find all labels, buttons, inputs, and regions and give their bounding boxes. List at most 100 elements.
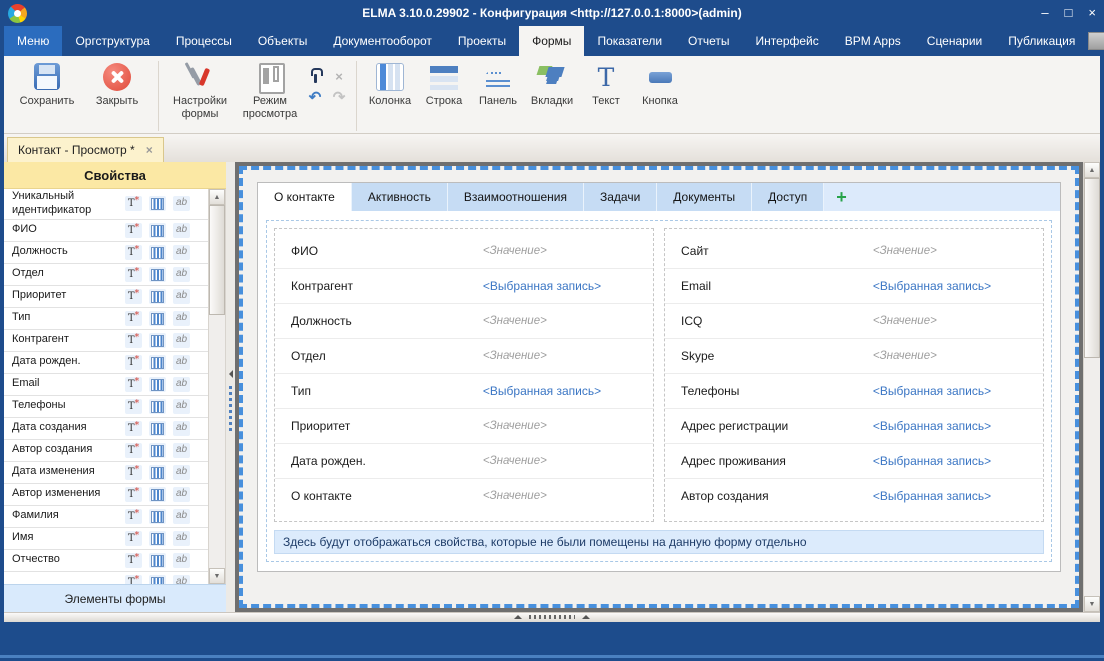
- property-row[interactable]: ФИО T* ab: [4, 220, 208, 242]
- property-row[interactable]: Дата рожден. T* ab: [4, 352, 208, 374]
- property-row[interactable]: Приоритет T* ab: [4, 286, 208, 308]
- property-row[interactable]: Отдел T* ab: [4, 264, 208, 286]
- menu-tab[interactable]: Оргструктура: [62, 26, 162, 56]
- alias-icon[interactable]: ab: [173, 465, 190, 480]
- alias-icon[interactable]: ab: [173, 289, 190, 304]
- widget-button[interactable]: Вкладки: [525, 59, 579, 110]
- form-tab[interactable]: Активность: [352, 183, 448, 211]
- maximize-button[interactable]: □: [1065, 3, 1073, 23]
- required-text-icon[interactable]: T*: [125, 311, 142, 326]
- form-field-row[interactable]: Адрес регистрации <Выбранная запись>: [665, 408, 1043, 443]
- required-text-icon[interactable]: T*: [125, 289, 142, 304]
- form-tab[interactable]: Документы: [657, 183, 752, 211]
- required-text-icon[interactable]: T*: [125, 196, 142, 211]
- form-field-row[interactable]: Автор создания <Выбранная запись>: [665, 478, 1043, 513]
- widget-button[interactable]: Кнопка: [633, 59, 687, 110]
- scroll-down-icon[interactable]: ▼: [1084, 596, 1100, 612]
- table-icon[interactable]: [149, 509, 166, 524]
- alias-icon[interactable]: ab: [173, 531, 190, 546]
- alias-icon[interactable]: ab: [173, 377, 190, 392]
- menu-tab[interactable]: BPM Apps: [832, 26, 914, 56]
- form-tools-icon[interactable]: [307, 68, 323, 84]
- alias-icon[interactable]: ab: [173, 355, 190, 370]
- form-field-row[interactable]: ICQ <Значение>: [665, 303, 1043, 338]
- form-elements-section[interactable]: Элементы формы: [4, 584, 226, 612]
- required-text-icon[interactable]: T*: [125, 333, 142, 348]
- table-icon[interactable]: [149, 289, 166, 304]
- required-text-icon[interactable]: T*: [125, 421, 142, 436]
- alias-icon[interactable]: ab: [173, 223, 190, 238]
- required-text-icon[interactable]: T*: [125, 575, 142, 585]
- undo-icon[interactable]: ↶: [307, 89, 323, 105]
- required-text-icon[interactable]: T*: [125, 223, 142, 238]
- menu-tab[interactable]: Объекты: [245, 26, 321, 56]
- widget-button[interactable]: Строка: [417, 59, 471, 110]
- alias-icon[interactable]: ab: [173, 267, 190, 282]
- form-field-row[interactable]: Приоритет <Значение>: [275, 408, 653, 443]
- redo-icon[interactable]: ↷: [331, 89, 347, 105]
- property-row[interactable]: Фамилия T* ab: [4, 506, 208, 528]
- table-icon[interactable]: [149, 531, 166, 546]
- required-text-icon[interactable]: T*: [125, 377, 142, 392]
- form-tab[interactable]: Взаимоотношения: [448, 183, 584, 211]
- property-row[interactable]: Дата изменения T* ab: [4, 462, 208, 484]
- property-row[interactable]: Отчество T* ab: [4, 550, 208, 572]
- alias-icon[interactable]: ab: [173, 443, 190, 458]
- property-row[interactable]: Автор создания T* ab: [4, 440, 208, 462]
- menu-tab[interactable]: Интерфейс: [743, 26, 832, 56]
- property-row[interactable]: Email T* ab: [4, 374, 208, 396]
- alias-icon[interactable]: ab: [173, 575, 190, 585]
- form-field-row[interactable]: Контрагент <Выбранная запись>: [275, 268, 653, 303]
- splitter-handle[interactable]: [514, 615, 590, 619]
- menu-tab[interactable]: Сценарии: [914, 26, 995, 56]
- required-text-icon[interactable]: T*: [125, 245, 142, 260]
- property-row[interactable]: Контрагент T* ab: [4, 330, 208, 352]
- property-row[interactable]: Тип T* ab: [4, 308, 208, 330]
- table-icon[interactable]: [149, 267, 166, 282]
- alias-icon[interactable]: ab: [173, 553, 190, 568]
- alias-icon[interactable]: ab: [173, 196, 190, 211]
- property-row[interactable]: Имя T* ab: [4, 528, 208, 550]
- alias-icon[interactable]: ab: [173, 333, 190, 348]
- form-field-row[interactable]: Адрес проживания <Выбранная запись>: [665, 443, 1043, 478]
- form-field-row[interactable]: Email <Выбранная запись>: [665, 268, 1043, 303]
- required-text-icon[interactable]: T*: [125, 443, 142, 458]
- form-field-row[interactable]: Должность <Значение>: [275, 303, 653, 338]
- alias-icon[interactable]: ab: [173, 311, 190, 326]
- table-icon[interactable]: [149, 333, 166, 348]
- form-field-row[interactable]: Отдел <Значение>: [275, 338, 653, 373]
- required-text-icon[interactable]: T*: [125, 553, 142, 568]
- menu-tab[interactable]: Документооборот: [320, 26, 445, 56]
- menu-tab[interactable]: Показатели: [584, 26, 675, 56]
- alias-icon[interactable]: ab: [173, 421, 190, 436]
- sidebar-scrollbar[interactable]: ▲ ▼: [208, 189, 225, 584]
- table-icon[interactable]: [149, 223, 166, 238]
- menu-tab[interactable]: Проекты: [445, 26, 519, 56]
- required-text-icon[interactable]: T*: [125, 465, 142, 480]
- menu-tab[interactable]: Процессы: [163, 26, 245, 56]
- form-field-row[interactable]: О контакте <Значение>: [275, 478, 653, 513]
- form-tab[interactable]: Доступ: [752, 183, 824, 211]
- property-row[interactable]: T* ab: [4, 572, 208, 585]
- toolbar-button[interactable]: Закрыть: [82, 59, 152, 110]
- widget-button[interactable]: Панель: [471, 59, 525, 110]
- menu-tab[interactable]: Меню: [4, 26, 62, 56]
- form-field-row[interactable]: Дата рожден. <Значение>: [275, 443, 653, 478]
- property-row[interactable]: Автор изменения T* ab: [4, 484, 208, 506]
- table-icon[interactable]: [149, 377, 166, 392]
- form-field-row[interactable]: Тип <Выбранная запись>: [275, 373, 653, 408]
- alias-icon[interactable]: ab: [173, 245, 190, 260]
- widget-button[interactable]: Колонка: [363, 59, 417, 110]
- form-tab[interactable]: О контакте: [258, 183, 352, 211]
- required-text-icon[interactable]: T*: [125, 509, 142, 524]
- tab-close-icon[interactable]: ×: [146, 143, 153, 157]
- table-icon[interactable]: [149, 311, 166, 326]
- property-row[interactable]: Должность T* ab: [4, 242, 208, 264]
- form-field-row[interactable]: Телефоны <Выбранная запись>: [665, 373, 1043, 408]
- canvas-scrollbar[interactable]: ▲ ▼: [1083, 162, 1100, 612]
- scroll-down-icon[interactable]: ▼: [209, 568, 225, 584]
- required-text-icon[interactable]: T*: [125, 267, 142, 282]
- property-row[interactable]: Дата создания T* ab: [4, 418, 208, 440]
- form-field-row[interactable]: Сайт <Значение>: [665, 233, 1043, 268]
- form-tab[interactable]: Задачи: [584, 183, 657, 211]
